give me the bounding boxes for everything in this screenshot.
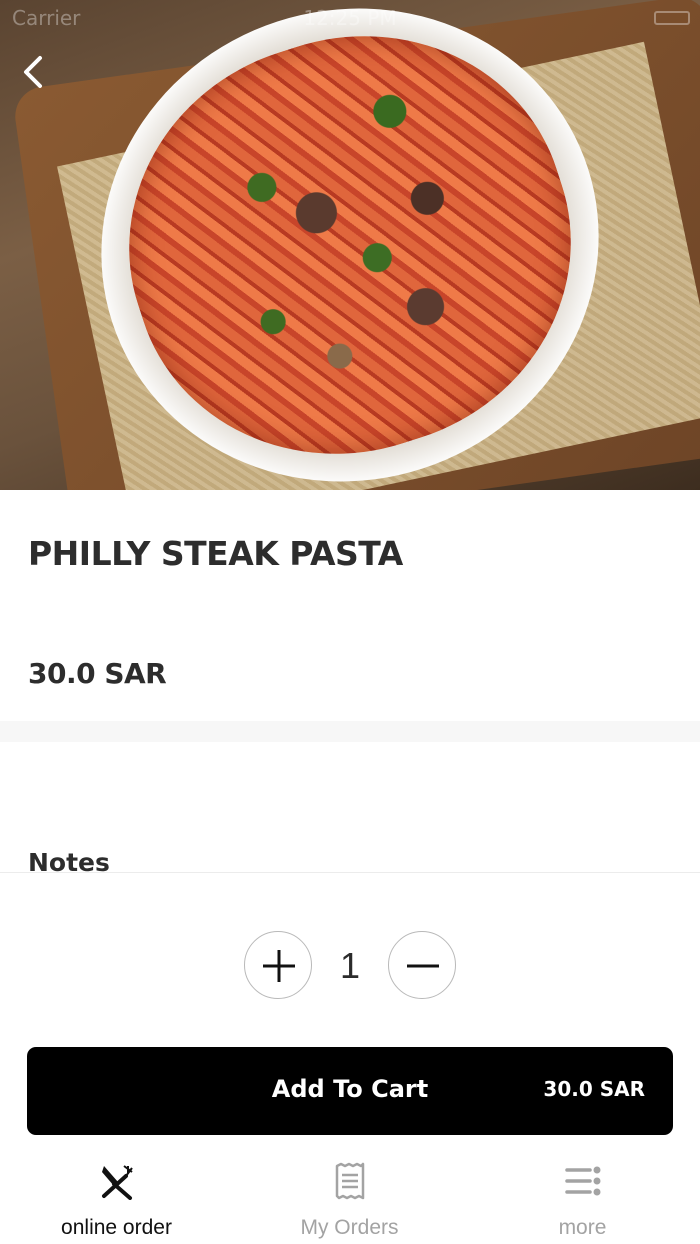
increase-quantity-button[interactable] xyxy=(244,931,312,999)
notes-label: Notes xyxy=(28,848,110,872)
menu-icon xyxy=(565,1166,601,1196)
battery-icon xyxy=(654,11,690,25)
tab-more-label: more xyxy=(558,1216,607,1239)
product-title: PHILLY STEAK PASTA xyxy=(28,534,403,573)
tab-online-order[interactable]: online order xyxy=(0,1150,233,1244)
tab-my-orders-label: My Orders xyxy=(300,1216,399,1239)
product-price: 30.0 SAR xyxy=(28,657,167,690)
fork-knife-icon xyxy=(102,1165,133,1200)
status-time: 12:25 PM xyxy=(303,6,397,30)
add-to-cart-button[interactable]: Add To Cart 30.0 SAR xyxy=(27,1047,673,1135)
tab-my-orders[interactable]: My Orders xyxy=(233,1150,466,1244)
decrease-quantity-button[interactable] xyxy=(388,931,456,999)
tab-more[interactable]: more xyxy=(466,1150,699,1244)
quantity-value: 1 xyxy=(339,945,361,986)
product-image xyxy=(0,0,700,490)
receipt-icon xyxy=(335,1162,365,1200)
cart-total-price: 30.0 SAR xyxy=(543,1077,645,1101)
status-bar: Carrier 12:25 PM xyxy=(0,0,700,36)
minus-icon xyxy=(407,964,439,968)
tab-online-order-label: online order xyxy=(61,1216,172,1239)
section-divider xyxy=(0,721,700,742)
chevron-left-icon xyxy=(24,56,42,88)
plus-icon xyxy=(263,950,295,982)
tab-bar: online order My Orders more xyxy=(0,1150,700,1244)
back-button[interactable] xyxy=(14,50,54,94)
